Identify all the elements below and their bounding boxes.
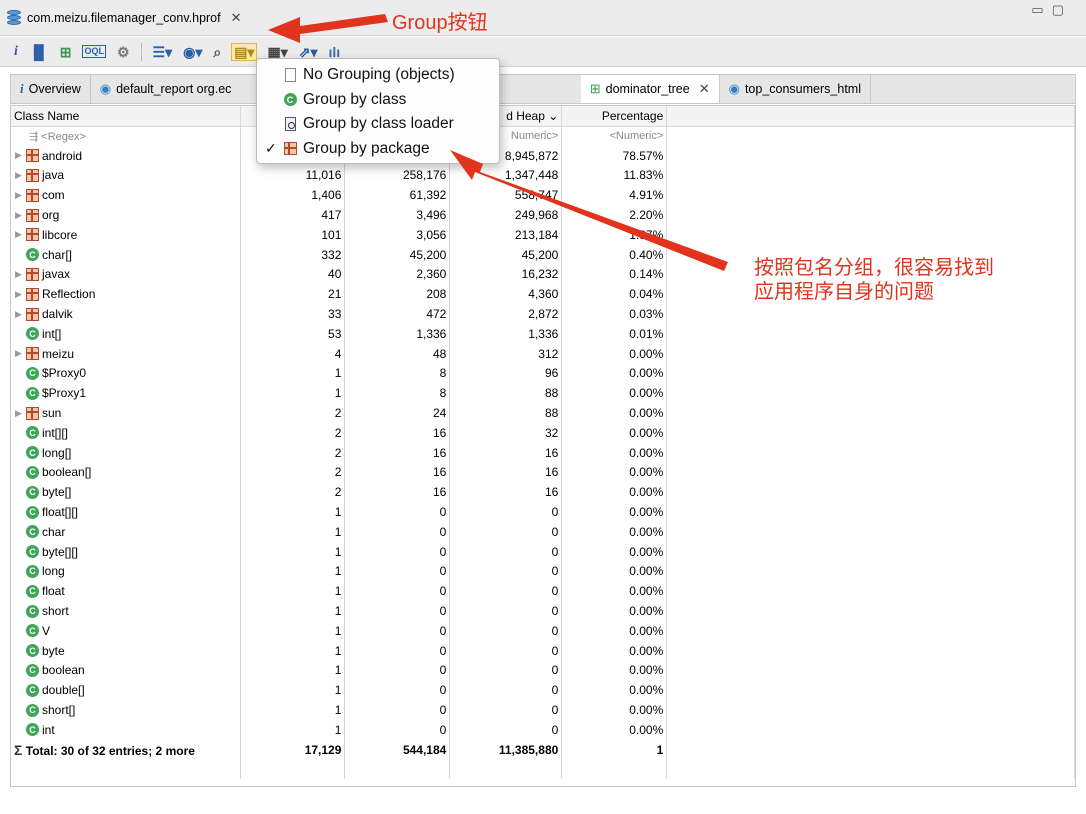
arrow-to-group-by-package (450, 150, 728, 271)
annotation-line: 应用程序自身的问题 (754, 281, 934, 303)
annotation-arrows (268, 14, 728, 271)
arrow-shape (268, 14, 388, 43)
arrow-to-group-button (268, 14, 388, 43)
annotation-line: 按照包名分组，很容易找到 (754, 257, 994, 279)
app-window: com.meizu.filemanager_conv.hprof ✕ ▭▢ i … (0, 0, 1086, 814)
arrow-shape (450, 150, 728, 271)
annotation-note: 按照包名分组，很容易找到 应用程序自身的问题 (754, 256, 994, 304)
annotation-group-button: Group按钮 (392, 12, 488, 34)
